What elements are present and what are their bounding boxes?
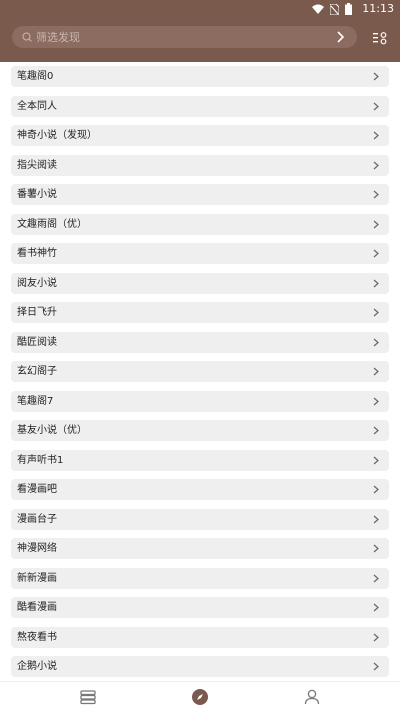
list-item-label: 基友小说（优） [17, 425, 87, 436]
chevron-right-icon [373, 279, 379, 287]
chevron-right-icon [373, 338, 379, 346]
status-bar: 11:13 [0, 0, 400, 18]
list-item[interactable]: 漫画台子 [11, 508, 389, 530]
list-item[interactable]: 酷匠阅读 [11, 331, 389, 353]
group-menu-icon[interactable] [372, 30, 388, 46]
list-item[interactable]: 看漫画吧 [11, 479, 389, 500]
list-item-label: 文趣雨阁（优） [17, 218, 87, 230]
list-item-label: 笔趣阁0 [17, 71, 54, 82]
battery-icon [345, 3, 352, 15]
chevron-right-icon [373, 574, 379, 582]
chevron-right-icon [373, 220, 379, 228]
list-item[interactable]: 番薯小说 [11, 184, 389, 205]
list-item[interactable]: 全本同人 [11, 95, 389, 117]
list-item-label: 玄幻阁子 [17, 366, 57, 377]
chevron-right-icon [373, 367, 379, 376]
search-placeholder: 筛选发现 [36, 31, 80, 44]
chevron-right-icon [373, 190, 379, 199]
list-item-label: 神奇小说（发现） [17, 130, 97, 141]
search-icon [22, 32, 32, 42]
list-item-label: 酷看漫画 [17, 602, 57, 613]
list-item-label: 看漫画吧 [17, 484, 57, 495]
chevron-right-icon [373, 485, 379, 494]
chevron-right-icon [373, 603, 379, 612]
chevron-right-icon [373, 249, 379, 258]
chevron-right-icon [373, 456, 379, 464]
chevron-right-icon [373, 397, 379, 405]
list-item[interactable]: 笔趣阁7 [11, 390, 389, 412]
list-item-label: 漫画台子 [17, 513, 57, 525]
list-item-label: 阅友小说 [17, 277, 57, 289]
list-item[interactable]: 神漫网络 [11, 538, 389, 559]
list-item[interactable]: 阅友小说 [11, 272, 389, 294]
list-item[interactable]: 熬夜看书 [11, 626, 389, 648]
list-item[interactable]: 看书神竹 [11, 243, 389, 264]
list-item[interactable]: 择日飞升 [11, 302, 389, 323]
chevron-right-icon [373, 662, 379, 671]
list-item[interactable]: 企鹅小说 [11, 656, 389, 677]
no-sim-icon [330, 3, 339, 15]
chevron-right-icon [373, 131, 379, 140]
list-item-label: 笔趣阁7 [17, 395, 54, 407]
status-icons [312, 3, 352, 15]
list-item[interactable]: 神奇小说（发现） [11, 125, 389, 146]
list-item[interactable]: 文趣雨阁（优） [11, 213, 389, 235]
chevron-right-icon [373, 308, 379, 317]
list-item[interactable]: 玄幻阁子 [11, 361, 389, 382]
list-item-label: 企鹅小说 [17, 661, 57, 672]
bottom-nav [0, 681, 400, 712]
chevron-right-icon [373, 102, 379, 110]
list-item-label: 择日飞升 [17, 307, 57, 318]
list-item-label: 全本同人 [17, 100, 57, 112]
chevron-right-icon [373, 72, 379, 81]
list-item[interactable]: 笔趣阁0 [11, 66, 389, 87]
list-item-label: 神漫网络 [17, 543, 57, 554]
list-item[interactable]: 有声听书1 [11, 449, 389, 471]
list-item[interactable]: 基友小说（优） [11, 420, 389, 441]
wifi-icon [312, 4, 324, 14]
list-item[interactable]: 指尖阅读 [11, 154, 389, 176]
search-bar[interactable]: 筛选发现 [12, 26, 357, 48]
chevron-right-icon [373, 426, 379, 435]
list-item[interactable]: 新新漫画 [11, 567, 389, 589]
chevron-right-icon [373, 161, 379, 169]
bookshelf-icon[interactable] [78, 687, 98, 707]
chevron-right-icon [373, 515, 379, 523]
list-item-label: 熬夜看书 [17, 631, 57, 643]
person-icon[interactable] [302, 687, 322, 707]
compass-icon[interactable] [190, 687, 210, 707]
top-header: 11:13 筛选发现 [0, 0, 400, 62]
list-item[interactable]: 酷看漫画 [11, 597, 389, 618]
list-item-label: 新新漫画 [17, 572, 57, 584]
chevron-right-icon [373, 544, 379, 553]
list-item-label: 酷匠阅读 [17, 336, 57, 348]
list-item-label: 指尖阅读 [17, 159, 57, 171]
list-item-label: 看书神竹 [17, 248, 57, 259]
status-time: 11:13 [362, 2, 394, 15]
chevron-right-icon[interactable] [335, 31, 345, 43]
chevron-right-icon [373, 633, 379, 641]
list-item-label: 番薯小说 [17, 189, 57, 200]
list-item-label: 有声听书1 [17, 454, 64, 466]
